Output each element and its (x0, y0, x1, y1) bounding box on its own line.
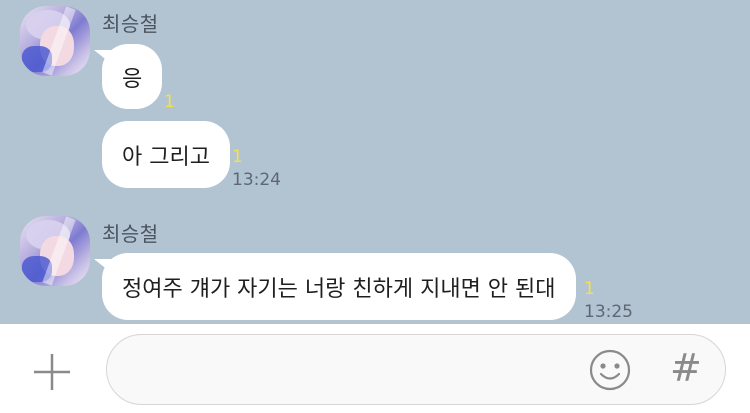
message-bubble[interactable]: 아 그리고 (102, 121, 230, 188)
sender-name: 최승철 (102, 222, 159, 246)
plus-icon[interactable] (32, 352, 72, 392)
message-input[interactable] (106, 334, 726, 405)
emoji-icon[interactable] (588, 348, 632, 392)
hash-icon[interactable]: # (670, 346, 702, 390)
chat-area: 최승철 응 1 아 그리고 1 13:24 최승철 정여주 걔가 자기는 너랑 … (0, 0, 750, 324)
message-bubble[interactable]: 정여주 걔가 자기는 너랑 친하게 지내면 안 된대 (94, 253, 576, 320)
unread-count: 1 (584, 279, 595, 299)
sender-avatar[interactable] (20, 6, 90, 76)
sender-name: 최승철 (102, 12, 159, 36)
message-timestamp: 13:24 (232, 170, 281, 190)
sender-avatar[interactable] (20, 216, 90, 286)
message-timestamp: 13:25 (584, 302, 633, 322)
unread-count: 1 (232, 147, 243, 167)
message-bubble[interactable]: 응 (93, 44, 163, 109)
unread-count: 1 (164, 92, 175, 112)
